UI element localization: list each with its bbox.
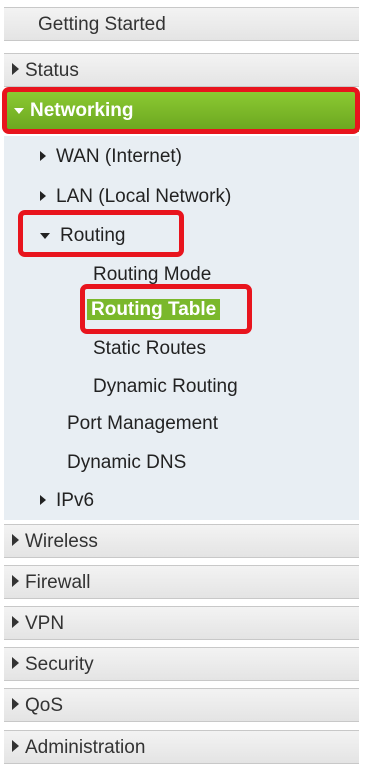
nav-routing-table-label: Routing Table bbox=[87, 299, 221, 320]
nav-routing-label: Routing bbox=[60, 225, 126, 246]
expand-arrow-icon bbox=[40, 151, 46, 161]
nav-networking[interactable]: Networking bbox=[4, 90, 359, 132]
nav-status[interactable]: Status bbox=[4, 53, 359, 87]
nav-getting-started-label: Getting Started bbox=[38, 14, 166, 35]
collapse-arrow-icon bbox=[40, 233, 50, 239]
nav-wireless[interactable]: Wireless bbox=[4, 524, 359, 558]
sidebar-nav: Getting Started Status Networking WAN (I… bbox=[0, 0, 365, 780]
nav-dynamic-dns[interactable]: Dynamic DNS bbox=[67, 452, 186, 474]
expand-arrow-icon bbox=[12, 698, 19, 710]
nav-dynamic-routing[interactable]: Dynamic Routing bbox=[93, 376, 238, 398]
nav-administration[interactable]: Administration bbox=[4, 730, 359, 764]
nav-port-management-label: Port Management bbox=[67, 413, 219, 434]
nav-static-routes-label: Static Routes bbox=[93, 338, 206, 359]
nav-wan[interactable]: WAN (Internet) bbox=[40, 146, 182, 168]
expand-arrow-icon bbox=[40, 495, 46, 505]
expand-arrow-icon bbox=[12, 616, 19, 628]
nav-wan-label: WAN (Internet) bbox=[56, 146, 182, 167]
nav-getting-started[interactable]: Getting Started bbox=[4, 7, 359, 41]
nav-wireless-label: Wireless bbox=[25, 531, 98, 552]
nav-qos-label: QoS bbox=[25, 695, 64, 716]
nav-firewall[interactable]: Firewall bbox=[4, 565, 359, 599]
nav-routing[interactable]: Routing bbox=[40, 225, 126, 247]
nav-dynamic-dns-label: Dynamic DNS bbox=[67, 452, 187, 473]
nav-lan-label: LAN (Local Network) bbox=[56, 186, 232, 207]
expand-arrow-icon bbox=[12, 534, 19, 546]
nav-security-label: Security bbox=[25, 654, 94, 675]
expand-arrow-icon bbox=[12, 657, 19, 669]
nav-status-label: Status bbox=[25, 60, 79, 81]
expand-arrow-icon bbox=[12, 63, 19, 75]
nav-ipv6-label: IPv6 bbox=[56, 490, 95, 511]
nav-vpn-label: VPN bbox=[25, 613, 65, 634]
expand-arrow-icon bbox=[12, 740, 19, 752]
nav-lan[interactable]: LAN (Local Network) bbox=[40, 186, 231, 208]
collapse-arrow-icon bbox=[14, 108, 24, 114]
nav-administration-label: Administration bbox=[25, 737, 146, 758]
nav-port-management[interactable]: Port Management bbox=[67, 413, 218, 435]
nav-dynamic-routing-label: Dynamic Routing bbox=[93, 376, 238, 397]
nav-qos[interactable]: QoS bbox=[4, 688, 359, 722]
nav-vpn[interactable]: VPN bbox=[4, 606, 359, 640]
nav-security[interactable]: Security bbox=[4, 647, 359, 681]
nav-static-routes[interactable]: Static Routes bbox=[93, 338, 206, 360]
expand-arrow-icon bbox=[40, 191, 46, 201]
expand-arrow-icon bbox=[12, 575, 19, 587]
nav-routing-mode-label: Routing Mode bbox=[93, 264, 212, 285]
nav-routing-table[interactable]: Routing Table bbox=[87, 299, 221, 321]
nav-routing-mode[interactable]: Routing Mode bbox=[93, 264, 211, 286]
nav-firewall-label: Firewall bbox=[25, 572, 91, 593]
nav-networking-label: Networking bbox=[30, 100, 134, 121]
nav-ipv6[interactable]: IPv6 bbox=[40, 490, 94, 512]
